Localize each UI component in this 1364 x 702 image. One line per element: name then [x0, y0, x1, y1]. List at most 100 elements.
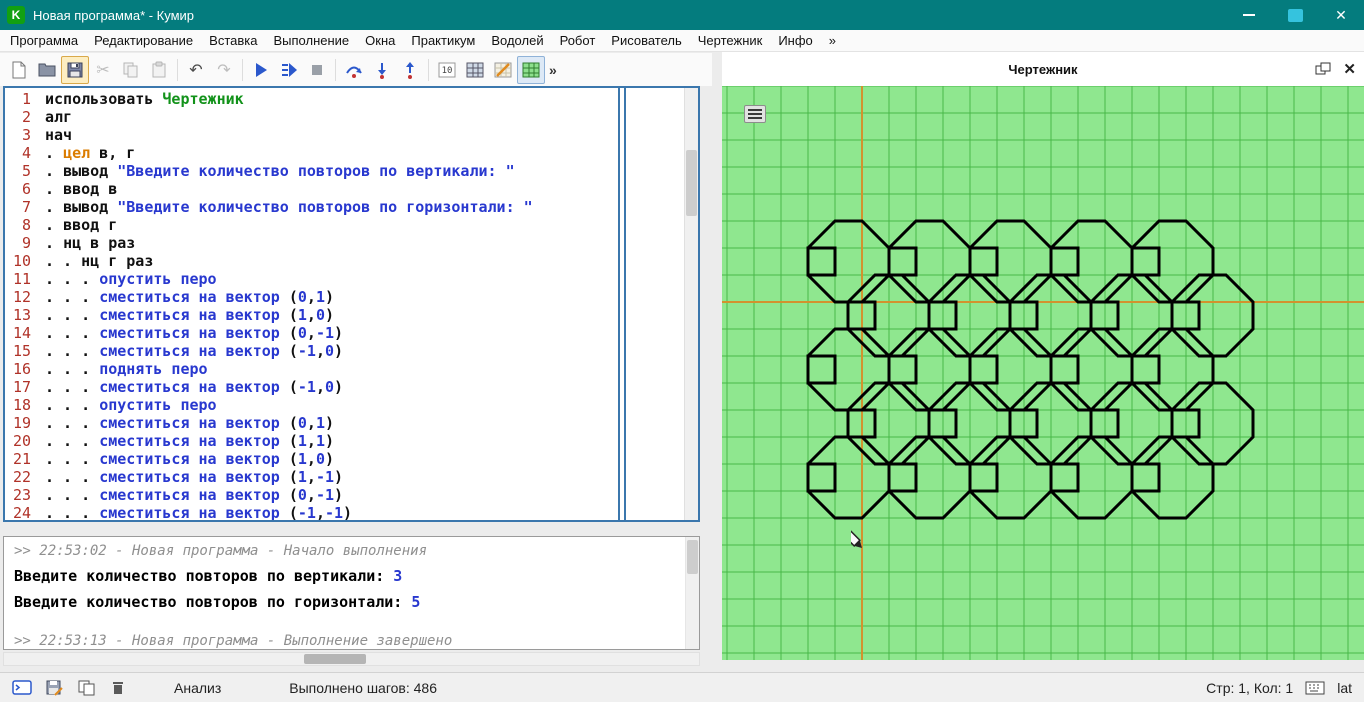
paste-button[interactable]: [145, 56, 173, 84]
run-button[interactable]: [247, 56, 275, 84]
code-text: . вывод "Введите количество повторов по …: [45, 198, 533, 216]
menu-item-11[interactable]: Инфо: [770, 31, 820, 50]
open-file-button[interactable]: [33, 56, 61, 84]
menu-item-6[interactable]: Практикум: [403, 31, 483, 50]
grid-button[interactable]: [461, 56, 489, 84]
redo-button[interactable]: ↷: [210, 56, 238, 84]
menu-item-9[interactable]: Рисователь: [603, 31, 689, 50]
line-number: 13: [5, 306, 45, 324]
drafter-button[interactable]: [517, 56, 545, 84]
step-out-button[interactable]: [396, 56, 424, 84]
drafter-canvas[interactable]: [722, 86, 1364, 660]
console-hscrollbar-thumb[interactable]: [304, 654, 366, 664]
minimize-button[interactable]: [1226, 0, 1272, 30]
margins-icon: 10: [437, 60, 457, 80]
code-text: . . . сместиться на вектор (-1,-1): [45, 504, 352, 520]
code-line: 1использовать Чертежник: [5, 90, 684, 108]
console-scrollbar[interactable]: [685, 537, 699, 649]
line-number: 4: [5, 144, 45, 162]
new-file-icon: [9, 60, 29, 80]
code-line: 24. . . сместиться на вектор (-1,-1): [5, 504, 684, 520]
drafter-menu-button[interactable]: [744, 105, 766, 123]
code-line: 14. . . сместиться на вектор (0,-1): [5, 324, 684, 342]
step-over-button[interactable]: [340, 56, 368, 84]
console-hscrollbar[interactable]: [3, 652, 700, 666]
line-number: 16: [5, 360, 45, 378]
code-text: . . . опустить перо: [45, 270, 217, 288]
menu-item-4[interactable]: Выполнение: [265, 31, 357, 50]
line-number: 19: [5, 414, 45, 432]
code-line: 20. . . сместиться на вектор (1,1): [5, 432, 684, 450]
code-text: . вывод "Введите количество повторов по …: [45, 162, 515, 180]
save-state-icon[interactable]: [46, 680, 64, 696]
drafter-title: Чертежник: [1008, 62, 1077, 77]
line-number: 9: [5, 234, 45, 252]
io-console[interactable]: >> 22:53:02 - Новая программа - Начало в…: [3, 536, 700, 650]
code-text: алг: [45, 108, 72, 126]
code-lines: 1использовать Чертежник2алг3нач4. цел в,…: [5, 88, 684, 520]
menu-item-3[interactable]: Вставка: [201, 31, 265, 50]
console-scrollbar-thumb[interactable]: [687, 540, 698, 574]
close-button[interactable]: ✕: [1318, 0, 1364, 30]
console-line: >> 22:53:13 - Новая программа - Выполнен…: [14, 633, 689, 649]
run-step-button[interactable]: [275, 56, 303, 84]
step-into-button[interactable]: [368, 56, 396, 84]
toolbar: ✂ ↶ ↷ 10 »: [0, 53, 712, 86]
editor-scrollbar[interactable]: [684, 88, 698, 520]
cut-icon: ✂: [96, 60, 109, 80]
copy-button[interactable]: [117, 56, 145, 84]
menu-item-5[interactable]: Окна: [357, 31, 403, 50]
redo-icon: ↷: [217, 60, 230, 80]
drafter-panel: Чертежник ✕: [722, 52, 1364, 660]
line-number: 2: [5, 108, 45, 126]
toolbar-more-button[interactable]: »: [545, 62, 561, 78]
code-line: 5. вывод "Введите количество повторов по…: [5, 162, 684, 180]
code-text: . . . сместиться на вектор (0,1): [45, 288, 334, 306]
undock-icon[interactable]: [1315, 62, 1331, 76]
console-line: Введите количество повторов по горизонта…: [14, 593, 689, 611]
code-text: . . . сместиться на вектор (0,-1): [45, 486, 343, 504]
code-line: 19. . . сместиться на вектор (0,1): [5, 414, 684, 432]
mode-label: Анализ: [174, 680, 221, 696]
menu-item-2[interactable]: Редактирование: [86, 31, 201, 50]
drafter-close-icon[interactable]: ✕: [1343, 60, 1356, 78]
code-text: . . . сместиться на вектор (1,0): [45, 306, 334, 324]
cut-button[interactable]: ✂: [89, 56, 117, 84]
editor-scrollbar-thumb[interactable]: [686, 150, 697, 216]
menu-bar: ПрограммаРедактированиеВставкаВыполнение…: [0, 30, 1364, 52]
stop-button[interactable]: [303, 56, 331, 84]
menu-item-7[interactable]: Водолей: [483, 31, 551, 50]
open-folder-icon: [37, 60, 57, 80]
toolbar-separator: [177, 59, 178, 81]
close-icon: ✕: [1335, 7, 1347, 24]
code-text: . . . сместиться на вектор (1,0): [45, 450, 334, 468]
code-line: 17. . . сместиться на вектор (-1,0): [5, 378, 684, 396]
statusbar-right: Стр: 1, Кол: 1 lat: [1206, 680, 1352, 696]
save-button[interactable]: [61, 56, 89, 84]
run-icon: [251, 60, 271, 80]
new-file-button[interactable]: [5, 56, 33, 84]
window-title: Новая программа* - Кумир: [33, 8, 194, 23]
line-number: 6: [5, 180, 45, 198]
menu-item-12[interactable]: »: [821, 31, 844, 50]
code-line: 15. . . сместиться на вектор (-1,0): [5, 342, 684, 360]
menu-item-1[interactable]: Программа: [2, 31, 86, 50]
copy-all-icon[interactable]: [78, 680, 96, 696]
toolbar-separator: [242, 59, 243, 81]
line-number: 20: [5, 432, 45, 450]
maximize-button[interactable]: [1272, 0, 1318, 30]
code-line: 8. ввод г: [5, 216, 684, 234]
keyboard-layout-icon[interactable]: [1305, 681, 1325, 695]
grid-icon: [465, 60, 485, 80]
clear-console-icon[interactable]: [110, 680, 126, 696]
line-number: 21: [5, 450, 45, 468]
code-line: 18. . . опустить перо: [5, 396, 684, 414]
undo-button[interactable]: ↶: [182, 56, 210, 84]
code-editor[interactable]: 1использовать Чертежник2алг3нач4. цел в,…: [3, 86, 700, 522]
copy-icon: [121, 60, 141, 80]
margins-button[interactable]: 10: [433, 56, 461, 84]
painter-button[interactable]: [489, 56, 517, 84]
menu-item-8[interactable]: Робот: [552, 31, 604, 50]
menu-item-10[interactable]: Чертежник: [690, 31, 771, 50]
console-toggle-icon[interactable]: [12, 680, 32, 696]
